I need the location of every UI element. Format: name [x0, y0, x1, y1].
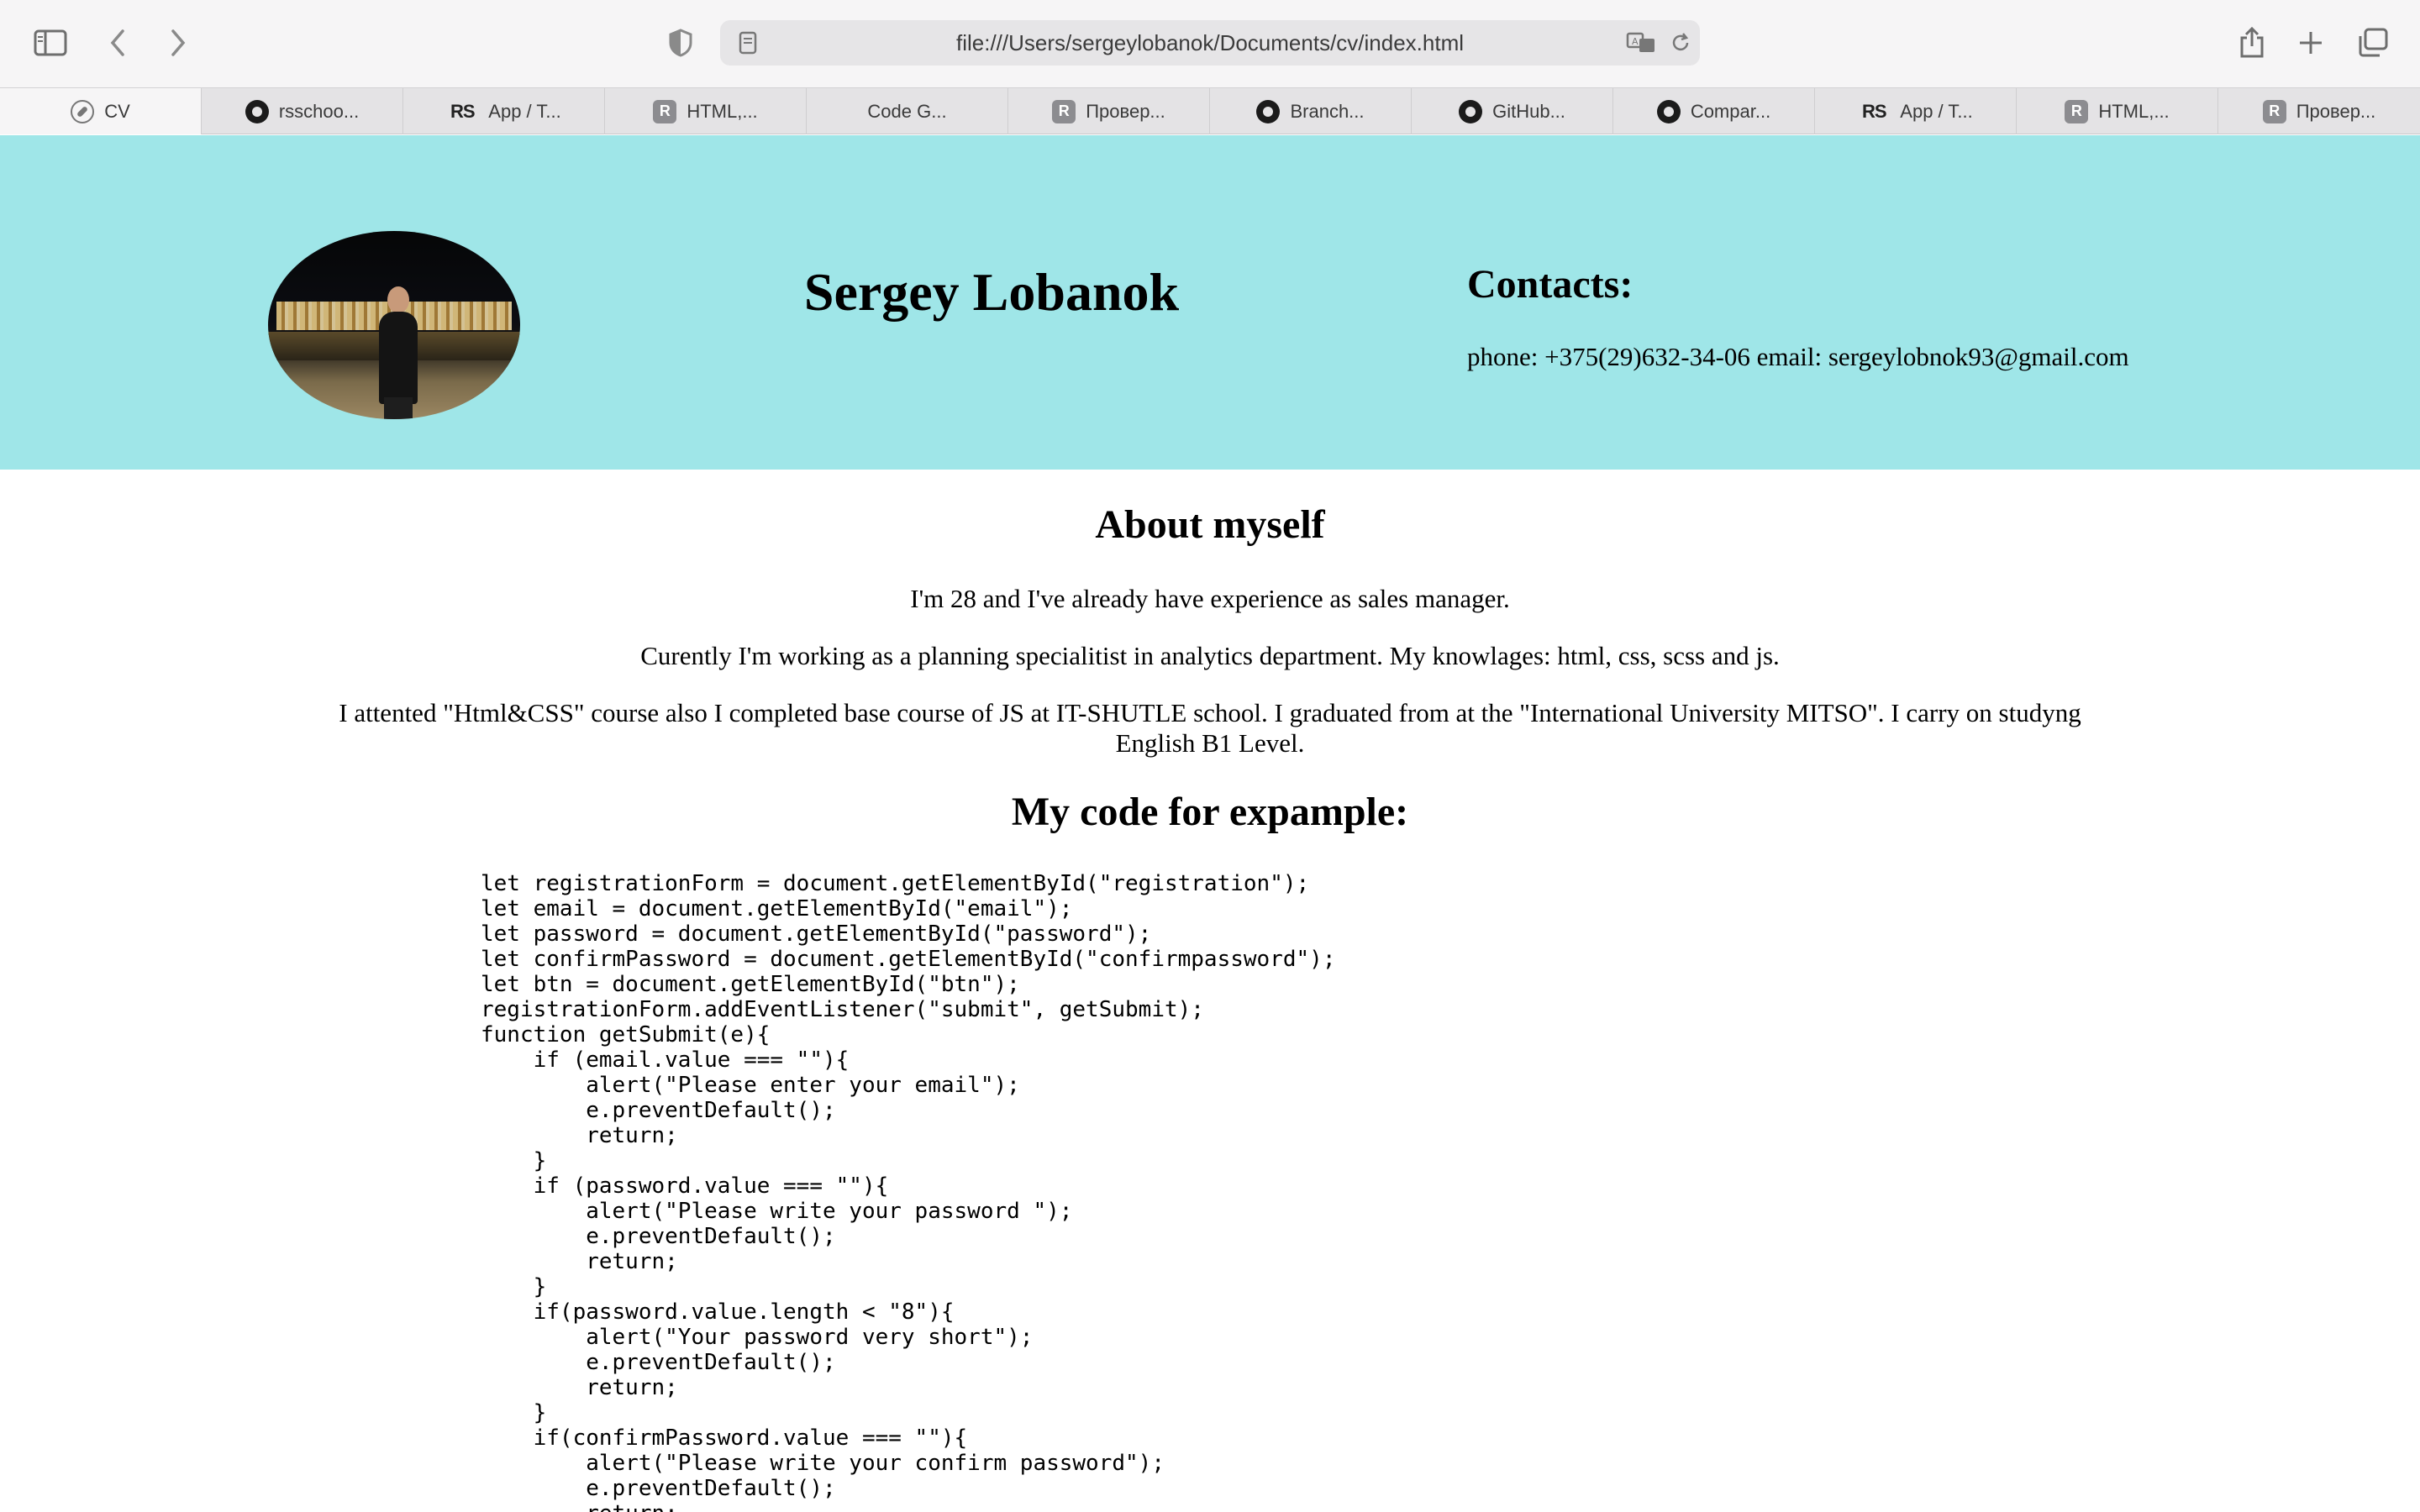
back-icon[interactable] [91, 17, 145, 69]
about-paragraph-education: I attented "Html&CSS" course also I comp… [339, 698, 2081, 758]
privacy-shield-icon[interactable] [654, 17, 708, 69]
r-icon: R [2065, 99, 2089, 123]
profile-photo [268, 231, 520, 419]
reload-icon[interactable] [1668, 30, 1693, 55]
contacts-details: phone: +375(29)632-34-06 email: sergeylo… [1467, 342, 2129, 371]
code-sample: let registrationForm = document.getEleme… [481, 871, 1336, 1512]
about-paragraph-job: Curently I'm working as a planning speci… [640, 641, 1780, 670]
r-icon: R [2262, 99, 2286, 123]
tab-html[interactable]: R HTML,... [605, 88, 807, 134]
github-icon [245, 99, 269, 123]
browser-toolbar: file:///Users/sergeylobanok/Documents/cv… [0, 0, 2420, 87]
tab-label: Провер... [1086, 100, 1165, 122]
github-icon [1459, 99, 1483, 123]
sidebar-toggle-icon[interactable] [24, 17, 77, 69]
tab-label: Branch... [1290, 100, 1365, 122]
tab-html-2[interactable]: R HTML,... [2017, 88, 2218, 134]
tab-app[interactable]: RS App / T... [403, 88, 605, 134]
translate-icon[interactable]: A [1626, 30, 1658, 55]
tab-label: Провер... [2296, 100, 2376, 122]
r-icon: R [1052, 99, 1076, 123]
cv-header: Sergey Lobanok Contacts: phone: +375(29)… [0, 135, 2420, 470]
tab-label: HTML,... [687, 100, 758, 122]
tab-label: GitHub... [1492, 100, 1565, 122]
about-title: About myself [1095, 502, 1325, 547]
about-paragraph-age: I'm 28 and I've already have experience … [910, 584, 1510, 613]
tab-label: Code G... [867, 100, 947, 122]
person-name: Sergey Lobanok [803, 262, 1180, 322]
tab-proverka-2[interactable]: R Провер... [2218, 88, 2420, 134]
tab-code[interactable]: Code G... [807, 88, 1008, 134]
tab-label: App / T... [488, 100, 561, 122]
tab-cv[interactable]: CV [0, 88, 202, 134]
tab-rsschool[interactable]: rsschoo... [202, 88, 403, 134]
tab-overview-icon[interactable] [2346, 17, 2400, 69]
url-text[interactable]: file:///Users/sergeylobanok/Documents/cv… [720, 20, 1700, 66]
r-icon: R [653, 99, 677, 123]
tab-branch[interactable]: Branch... [1210, 88, 1412, 134]
svg-text:A: A [1632, 36, 1639, 47]
contacts-title: Contacts: [1467, 262, 1634, 307]
tab-label: rsschoo... [278, 100, 360, 122]
compass-icon [71, 99, 95, 123]
address-bar[interactable]: file:///Users/sergeylobanok/Documents/cv… [720, 20, 1700, 66]
new-tab-icon[interactable] [2284, 17, 2338, 69]
share-icon[interactable] [2225, 17, 2279, 69]
rs-icon: RS [1862, 100, 1887, 122]
tab-compare[interactable]: Compar... [1613, 88, 1815, 134]
code-section-title: My code for expample: [1011, 790, 1409, 834]
tab-bar: CV rsschoo... RS App / T... R HTML,... C… [0, 87, 2420, 134]
github-icon [1256, 99, 1281, 123]
tab-label: HTML,... [2098, 100, 2170, 122]
github-icon [1656, 99, 1681, 123]
tab-label: CV [104, 100, 130, 122]
web-page: Sergey Lobanok Contacts: phone: +375(29)… [0, 135, 2420, 1512]
rs-icon: RS [450, 100, 476, 122]
tab-app-2[interactable]: RS App / T... [1815, 88, 2017, 134]
tab-label: Compar... [1690, 100, 1771, 122]
tab-github[interactable]: GitHub... [1412, 88, 1613, 134]
tab-proverka[interactable]: R Провер... [1008, 88, 1210, 134]
forward-icon[interactable] [151, 17, 205, 69]
tab-label: App / T... [1900, 100, 1973, 122]
